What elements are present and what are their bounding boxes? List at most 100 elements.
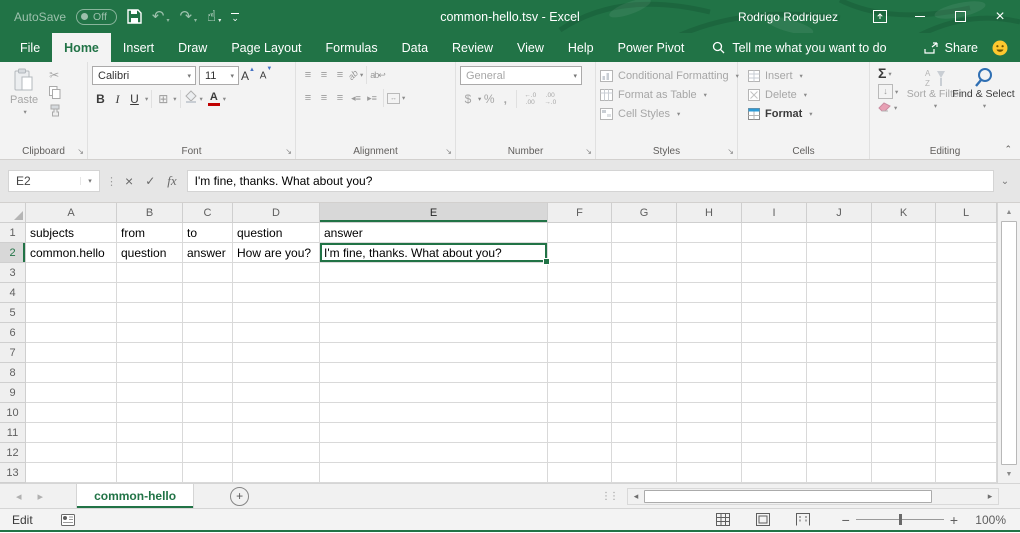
zoom-slider-handle[interactable] [899, 514, 902, 525]
tab-data[interactable]: Data [390, 33, 440, 62]
redo-icon[interactable]: ↷▾ [179, 9, 197, 24]
cell-G8[interactable] [612, 363, 677, 383]
tab-page-layout[interactable]: Page Layout [219, 33, 313, 62]
row-header-9[interactable]: 9 [0, 383, 26, 403]
cell-B5[interactable] [117, 303, 183, 323]
orientation-icon[interactable]: ab [346, 68, 360, 82]
page-layout-view-button[interactable] [756, 513, 770, 526]
cell-D6[interactable] [233, 323, 320, 343]
cell-B4[interactable] [117, 283, 183, 303]
cell-D1[interactable]: question [233, 223, 320, 243]
cell-J7[interactable] [807, 343, 872, 363]
cell-I11[interactable] [742, 423, 807, 443]
cell-C7[interactable] [183, 343, 233, 363]
cell-L3[interactable] [936, 263, 997, 283]
cell-B13[interactable] [117, 463, 183, 483]
h-scroll-thumb[interactable] [644, 490, 932, 503]
row-header-4[interactable]: 4 [0, 283, 26, 303]
cell-K8[interactable] [872, 363, 936, 383]
cell-A7[interactable] [26, 343, 117, 363]
scroll-left-icon[interactable]: ◂ [628, 491, 644, 502]
cell-E7[interactable] [320, 343, 548, 363]
cell-F3[interactable] [548, 263, 612, 283]
cell-J13[interactable] [807, 463, 872, 483]
tab-view[interactable]: View [505, 33, 556, 62]
zoom-slider[interactable] [856, 519, 944, 520]
cell-B9[interactable] [117, 383, 183, 403]
undo-icon[interactable]: ↶▾ [152, 9, 170, 24]
align-center-icon[interactable]: ≡ [316, 92, 332, 104]
user-name[interactable]: Rodrigo Rodriguez [738, 10, 838, 24]
cell-J1[interactable] [807, 223, 872, 243]
cell-K2[interactable] [872, 243, 936, 263]
cell-E5[interactable] [320, 303, 548, 323]
column-header-K[interactable]: K [872, 203, 936, 223]
row-header-8[interactable]: 8 [0, 363, 26, 383]
zoom-out-button[interactable]: − [842, 513, 850, 527]
cell-K12[interactable] [872, 443, 936, 463]
format-button[interactable]: Format ▾ [748, 104, 865, 123]
column-header-L[interactable]: L [936, 203, 997, 223]
cell-I12[interactable] [742, 443, 807, 463]
close-button[interactable]: × [980, 0, 1020, 33]
scroll-up-icon[interactable]: ▲ [998, 203, 1020, 221]
cell-I13[interactable] [742, 463, 807, 483]
cell-E2[interactable]: I'm fine, thanks. What about you? [320, 243, 548, 263]
cell-H3[interactable] [677, 263, 742, 283]
increase-font-icon[interactable]: A▲ [239, 69, 257, 83]
cell-F9[interactable] [548, 383, 612, 403]
cell-F8[interactable] [548, 363, 612, 383]
share-button[interactable]: Share [924, 33, 978, 62]
column-header-H[interactable]: H [677, 203, 742, 223]
cell-K9[interactable] [872, 383, 936, 403]
cell-D2[interactable]: How are you? [233, 243, 320, 263]
cell-K6[interactable] [872, 323, 936, 343]
maximize-button[interactable] [940, 0, 980, 33]
cell-K1[interactable] [872, 223, 936, 243]
cell-I6[interactable] [742, 323, 807, 343]
cell-A11[interactable] [26, 423, 117, 443]
cell-E12[interactable] [320, 443, 548, 463]
cell-B8[interactable] [117, 363, 183, 383]
cell-D8[interactable] [233, 363, 320, 383]
cell-D7[interactable] [233, 343, 320, 363]
column-header-F[interactable]: F [548, 203, 612, 223]
v-scroll-thumb[interactable] [1001, 221, 1017, 465]
cell-H4[interactable] [677, 283, 742, 303]
increase-indent-icon[interactable]: ▸≡ [364, 92, 380, 104]
sheet-tab[interactable]: common-hello [76, 484, 194, 508]
insert-function-icon[interactable]: fx [167, 173, 176, 189]
cell-H12[interactable] [677, 443, 742, 463]
column-header-B[interactable]: B [117, 203, 183, 223]
cell-H9[interactable] [677, 383, 742, 403]
font-family-select[interactable]: Calibri ▾ [92, 66, 196, 85]
expand-formula-bar-icon[interactable]: ⌄ [994, 176, 1016, 187]
align-left-icon[interactable]: ≡ [300, 92, 316, 104]
cell-E9[interactable] [320, 383, 548, 403]
cell-J2[interactable] [807, 243, 872, 263]
cell-C6[interactable] [183, 323, 233, 343]
cell-J11[interactable] [807, 423, 872, 443]
cell-C4[interactable] [183, 283, 233, 303]
cell-C12[interactable] [183, 443, 233, 463]
format-as-table-button[interactable]: Format as Table ▾ [600, 85, 733, 104]
cell-G5[interactable] [612, 303, 677, 323]
cell-H10[interactable] [677, 403, 742, 423]
cell-L13[interactable] [936, 463, 997, 483]
font-color-icon[interactable]: A [207, 92, 221, 106]
cell-I9[interactable] [742, 383, 807, 403]
cell-J5[interactable] [807, 303, 872, 323]
formula-input[interactable]: I'm fine, thanks. What about you? [187, 170, 994, 192]
select-all-corner[interactable] [0, 203, 26, 223]
cell-G13[interactable] [612, 463, 677, 483]
cell-K10[interactable] [872, 403, 936, 423]
cell-I5[interactable] [742, 303, 807, 323]
cell-K13[interactable] [872, 463, 936, 483]
cell-A3[interactable] [26, 263, 117, 283]
cell-G3[interactable] [612, 263, 677, 283]
cell-J12[interactable] [807, 443, 872, 463]
tab-area-grip[interactable]: ⋮⋮ [601, 491, 617, 502]
cell-D11[interactable] [233, 423, 320, 443]
cell-B10[interactable] [117, 403, 183, 423]
cell-F2[interactable] [548, 243, 612, 263]
